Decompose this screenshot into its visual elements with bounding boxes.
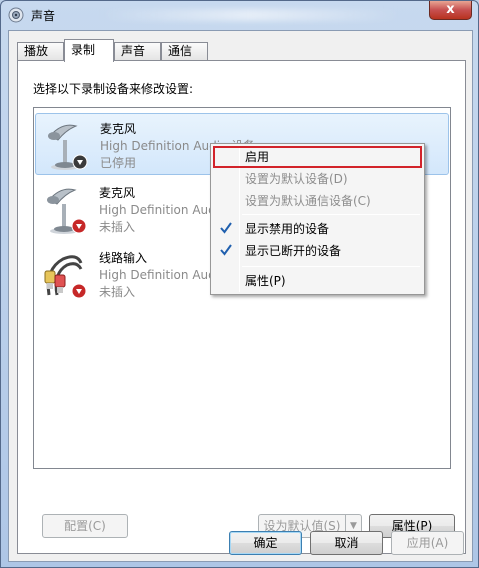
ok-button[interactable]: 确定 xyxy=(229,531,302,555)
instruction-text: 选择以下录制设备来修改设置: xyxy=(33,82,194,96)
microphone-icon xyxy=(48,124,88,170)
speaker-icon xyxy=(8,7,24,23)
check-icon xyxy=(220,244,232,256)
device-name: 线路输入 xyxy=(99,251,148,265)
device-status: 已停用 xyxy=(100,156,137,170)
device-status: 未插入 xyxy=(99,220,136,234)
menu-item-show-disabled[interactable]: 显示禁用的设备 xyxy=(213,218,422,240)
window-title: 声音 xyxy=(31,9,56,23)
menu-item-set-default-comm[interactable]: 设置为默认通信设备(C) xyxy=(213,190,422,212)
blurred-watermark xyxy=(101,9,401,21)
menu-separator xyxy=(242,214,420,215)
device-context-menu: 启用 设置为默认设备(D) 设置为默认通信设备(C) 显示禁用的设备 显示已断开… xyxy=(210,143,425,295)
title-bar[interactable]: 声音 x xyxy=(1,1,478,29)
microphone-icon xyxy=(47,188,87,234)
tab-recording[interactable]: 录制 xyxy=(64,39,114,62)
cancel-button[interactable]: 取消 xyxy=(310,531,383,555)
dialog-client-area: 播放 录制 声音 通信 选择以下录制设备来修改设置: 麦克风 High Defi… xyxy=(8,30,473,562)
menu-item-properties[interactable]: 属性(P) xyxy=(213,270,422,292)
menu-item-set-default[interactable]: 设置为默认设备(D) xyxy=(213,168,422,190)
tab-communications[interactable]: 通信 xyxy=(161,42,208,61)
menu-item-show-disconnected[interactable]: 显示已断开的设备 xyxy=(213,240,422,262)
device-name: 麦克风 xyxy=(99,186,136,200)
device-status: 未插入 xyxy=(99,285,136,299)
menu-separator xyxy=(242,266,420,267)
sound-dialog-window: 声音 x 播放 录制 声音 通信 选择以下录制设备来修改设置: 麦克风 High… xyxy=(0,0,479,568)
device-name: 麦克风 xyxy=(100,122,137,136)
configure-button[interactable]: 配置(C) xyxy=(42,514,128,538)
rca-cable-icon xyxy=(44,255,87,299)
tab-sounds[interactable]: 声音 xyxy=(114,42,161,61)
close-button[interactable]: x xyxy=(429,1,472,20)
tab-playback[interactable]: 播放 xyxy=(17,42,64,61)
check-icon xyxy=(220,222,232,234)
recording-tab-panel: 选择以下录制设备来修改设置: 麦克风 High Definition Audio xyxy=(17,60,466,554)
apply-button[interactable]: 应用(A) xyxy=(391,531,464,555)
menu-item-label: 显示已断开的设备 xyxy=(245,244,342,258)
menu-item-label: 显示禁用的设备 xyxy=(245,222,330,236)
menu-item-enable[interactable]: 启用 xyxy=(213,146,422,168)
